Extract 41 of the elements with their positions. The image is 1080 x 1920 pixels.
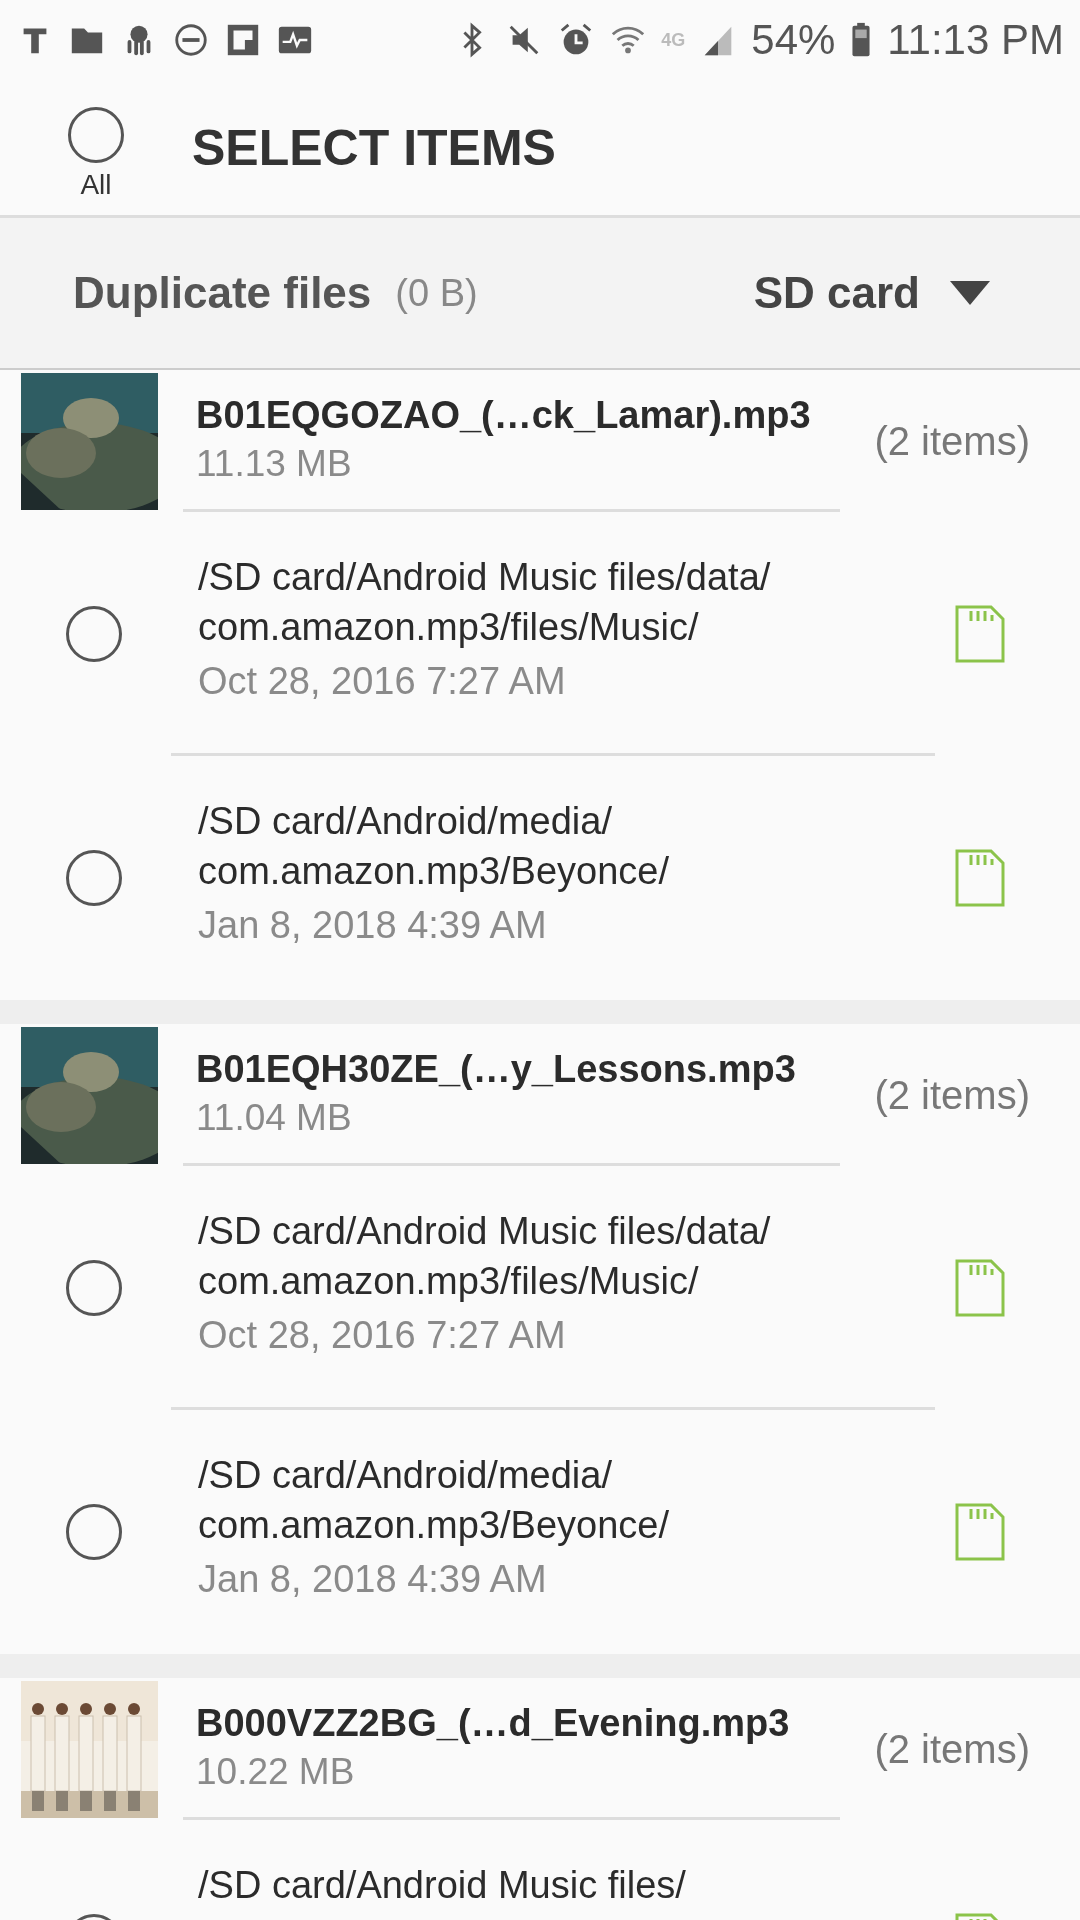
item-count: (2 items) — [873, 418, 1030, 464]
file-size: 11.04 MB — [196, 1097, 353, 1139]
sd-card-icon — [955, 849, 1005, 907]
file-size: 11.13 MB — [196, 443, 353, 485]
select-radio[interactable] — [66, 850, 122, 906]
select-radio[interactable] — [66, 606, 122, 662]
item-count: (2 items) — [873, 1072, 1030, 1118]
file-path: /SD card/Android Music files/data/ — [198, 555, 772, 600]
item-count: (2 items) — [873, 1726, 1030, 1772]
select-radio[interactable] — [66, 1504, 122, 1560]
file-date: Oct 28, 2016 7:27 AM — [198, 659, 567, 704]
battery-percent: 54% — [751, 16, 836, 64]
screen-title: SELECT ITEMS — [192, 118, 556, 177]
caret-icon — [950, 281, 990, 305]
clock: 11:13 PM — [887, 16, 1064, 64]
file-date: Jan 8, 2018 4:39 AM — [198, 1557, 548, 1602]
file-path: /SD card/Android/media/ — [198, 799, 613, 844]
storage-dropdown[interactable]: SD card — [753, 268, 990, 318]
file-name: B01EQGOZAO_(…ck_Lamar).mp3 — [196, 394, 812, 437]
file-path: /SD card/Android Music files/ — [198, 1863, 687, 1908]
file-date: Oct 28, 2016 7:27 AM — [198, 1313, 567, 1358]
category-label: Duplicate files — [73, 268, 372, 318]
sd-card-icon — [955, 1259, 1005, 1317]
file-name: B01EQH30ZE_(…y_Lessons.mp3 — [196, 1048, 797, 1091]
file-path: /SD card/Android/media/ — [198, 1453, 613, 1498]
file-path: /SD card/Android Music files/data/ — [198, 1209, 772, 1254]
file-name: B000VZZ2BG_(…d_Evening.mp3 — [196, 1702, 791, 1745]
file-path: com.amazon.mp3/Beyonce/ — [198, 849, 670, 894]
file-path: com.amazon.mp3/files/Music/ — [198, 1259, 700, 1304]
network-type: 4G — [661, 29, 686, 51]
file-date: Jan 8, 2018 4:39 AM — [198, 903, 548, 948]
file-path: com.amazon.mp3/Beyonce/ — [198, 1503, 670, 1548]
category-size: (0 B) — [395, 271, 478, 315]
select-all-radio[interactable] — [68, 106, 124, 163]
select-radio[interactable] — [66, 1260, 122, 1316]
sd-card-icon — [955, 1503, 1005, 1561]
file-size: 10.22 MB — [196, 1751, 356, 1793]
select-all-label: All — [80, 168, 112, 201]
do-not-disturb-icon — [172, 21, 210, 59]
sd-card-icon — [955, 605, 1005, 663]
file-path: com.amazon.mp3/files/Music/ — [198, 605, 700, 650]
